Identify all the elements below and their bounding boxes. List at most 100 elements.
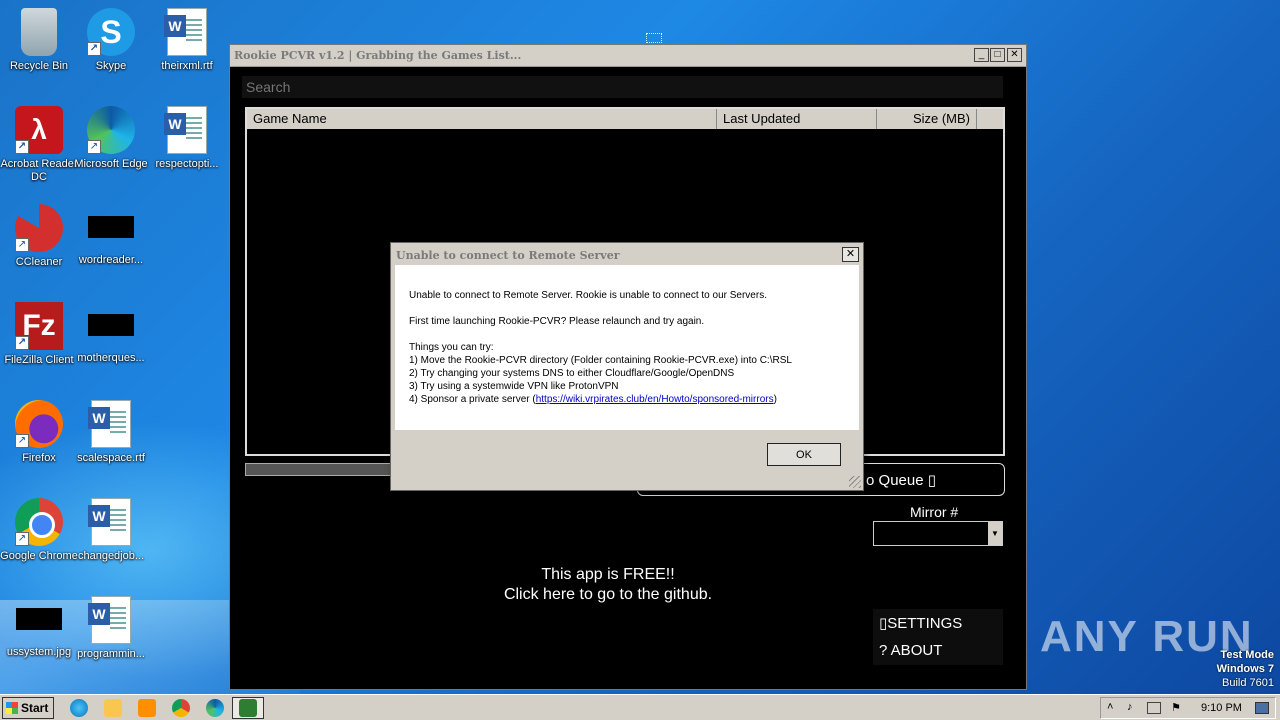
desktop-icon-motherques[interactable]: motherques... — [72, 300, 150, 386]
internet-explorer-icon[interactable] — [70, 699, 88, 717]
window-title: Rookie PCVR v1.2 | Grabbing the Games Li… — [234, 49, 522, 62]
desktop-icon-respectopti[interactable]: W respectopti... — [148, 104, 226, 190]
dialog-title: Unable to connect to Remote Server — [396, 249, 620, 262]
desktop-icon-filezilla[interactable]: Fz ↗ FileZilla Client — [0, 300, 78, 386]
desktop-icon-label: Google Chrome — [0, 550, 78, 562]
mirror-label: Mirror # — [910, 504, 959, 520]
system-tray: ˄ ♪ ⚑ 9:10 PM — [1100, 697, 1276, 719]
show-desktop-icon[interactable] — [1255, 702, 1269, 714]
desktop-icon-recycle-bin[interactable]: Recycle Bin — [0, 6, 78, 92]
acrobat-icon: λ ↗ — [15, 106, 63, 154]
desktop-icon-label: Skype — [95, 60, 127, 72]
windows-version-label: Windows 7 — [1216, 663, 1274, 675]
dialog-close-button[interactable]: ✕ — [842, 247, 859, 262]
word-document-icon: W — [88, 400, 131, 448]
search-input[interactable] — [246, 78, 986, 96]
desktop-icon-label: FileZilla Client — [4, 354, 74, 366]
word-document-icon: W — [88, 596, 131, 644]
start-button[interactable]: Start — [2, 697, 54, 719]
rookie-app-icon — [239, 699, 257, 717]
media-player-icon[interactable] — [138, 699, 156, 717]
table-header: Game Name Last Updated Size (MB) — [247, 109, 1003, 129]
desktop-icon-label: programmin... — [77, 648, 145, 660]
free-text-line: This app is FREE!! — [541, 566, 675, 583]
desktop-icon-ussystem[interactable]: ussystem.jpg — [0, 594, 78, 680]
desktop-icon-label: Microsoft Edge — [74, 158, 148, 170]
desktop-icon-firefox[interactable]: ↗ Firefox — [0, 398, 78, 484]
desktop-icon-wordreader[interactable]: wordreader... — [72, 202, 150, 288]
shortcut-arrow-icon: ↗ — [15, 434, 29, 448]
shortcut-arrow-icon: ↗ — [87, 140, 101, 154]
resize-grip-icon[interactable] — [849, 476, 861, 488]
focus-rectangle — [646, 33, 662, 43]
desktop-icon-skype[interactable]: S ↗ Skype — [72, 6, 150, 92]
close-button[interactable]: ✕ — [1007, 48, 1022, 62]
desktop-icon-ccleaner[interactable]: ↗ CCleaner — [0, 202, 78, 288]
word-document-icon: W — [164, 106, 207, 154]
volume-icon[interactable]: ♪ — [1127, 701, 1133, 713]
window-titlebar[interactable]: Rookie PCVR v1.2 | Grabbing the Games Li… — [230, 45, 1026, 67]
column-header-last-updated[interactable]: Last Updated — [717, 109, 877, 129]
github-link[interactable]: This app is FREE!! Click here to go to t… — [398, 565, 818, 605]
clock[interactable]: 9:10 PM — [1201, 702, 1242, 714]
show-hidden-icons-icon[interactable]: ˄ — [1107, 701, 1113, 713]
edge-icon: ↗ — [87, 106, 135, 154]
desktop-icon-chrome[interactable]: ↗ Google Chrome — [0, 496, 78, 582]
ccleaner-icon: ↗ — [15, 204, 63, 252]
desktop-icon-label: respectopti... — [155, 158, 219, 170]
filezilla-icon: Fz ↗ — [15, 302, 63, 350]
chevron-down-icon[interactable]: ▼ — [988, 522, 1002, 545]
download-progress-bar — [245, 463, 395, 476]
desktop-icon-label: wordreader... — [78, 254, 144, 266]
file-thumbnail-icon — [88, 314, 134, 336]
windows-logo-icon — [6, 702, 18, 714]
sponsored-mirrors-link[interactable]: https://wiki.vrpirates.club/en/Howto/spo… — [536, 394, 774, 405]
about-button[interactable]: ? ABOUT — [879, 642, 942, 659]
dialog-titlebar[interactable]: Unable to connect to Remote Server ✕ — [391, 243, 863, 265]
network-icon[interactable] — [1147, 702, 1161, 714]
desktop-icon-label: theirxml.rtf — [161, 60, 213, 72]
ok-button[interactable]: OK — [767, 443, 841, 466]
desktop-icon-scalespace[interactable]: W scalespace.rtf — [72, 398, 150, 484]
queue-button-label: o Queue ▯ — [866, 472, 936, 489]
desktop-icon-label: CCleaner — [15, 256, 63, 268]
file-explorer-icon[interactable] — [104, 699, 122, 717]
maximize-button[interactable]: □ — [990, 48, 1005, 62]
desktop-icon-label: Recycle Bin — [9, 60, 69, 72]
chrome-icon: ↗ — [15, 498, 63, 546]
tip-prefix: 4) Sponsor a private server ( — [409, 394, 536, 405]
minimize-button[interactable]: _ — [974, 48, 989, 62]
dialog-tip: 3) Try using a systemwide VPN like Proto… — [409, 381, 619, 392]
dialog-tip: 4) Sponsor a private server (https://wik… — [409, 393, 777, 406]
column-header-size[interactable]: Size (MB) — [877, 109, 977, 129]
settings-button[interactable]: ▯SETTINGS — [879, 614, 962, 632]
desktop-icon-changedjob[interactable]: W changedjob... — [72, 496, 150, 582]
dialog-message-area: Unable to connect to Remote Server. Rook… — [395, 265, 859, 430]
firefox-icon: ↗ — [15, 400, 63, 448]
edge-icon[interactable] — [206, 699, 224, 717]
desktop-icon-edge[interactable]: ↗ Microsoft Edge — [72, 104, 150, 190]
test-mode-label: Test Mode — [1220, 649, 1274, 661]
start-label: Start — [21, 701, 49, 715]
taskbar: Start ˄ ♪ ⚑ 9:10 PM — [0, 694, 1280, 720]
recycle-bin-icon — [21, 8, 57, 56]
desktop-icon-label: ussystem.jpg — [6, 646, 72, 658]
mirror-dropdown[interactable]: ▼ — [873, 521, 1003, 546]
desktop-icon-acrobat[interactable]: λ ↗ Acrobat Reader DC — [0, 104, 78, 190]
settings-panel: ▯SETTINGS ? ABOUT — [873, 609, 1003, 665]
word-document-icon: W — [88, 498, 131, 546]
dialog-message: First time launching Rookie-PCVR? Please… — [409, 316, 705, 327]
chrome-icon[interactable] — [172, 699, 190, 717]
skype-icon: S ↗ — [87, 8, 135, 56]
desktop-icon-theirxml[interactable]: W theirxml.rtf — [148, 6, 226, 92]
desktop-icon-programmin[interactable]: W programmin... — [72, 594, 150, 680]
file-thumbnail-icon — [88, 216, 134, 238]
image-thumbnail-icon — [16, 608, 62, 630]
taskbar-rookie-button[interactable] — [232, 697, 264, 719]
action-center-flag-icon[interactable]: ⚑ — [1171, 701, 1181, 714]
github-text-line: Click here to go to the github. — [503, 586, 713, 603]
system-info: Test Mode Windows 7 Build 7601 — [1217, 648, 1274, 690]
column-header-game-name[interactable]: Game Name — [247, 109, 717, 129]
build-label: Build 7601 — [1222, 677, 1274, 689]
search-bar — [242, 76, 1003, 98]
